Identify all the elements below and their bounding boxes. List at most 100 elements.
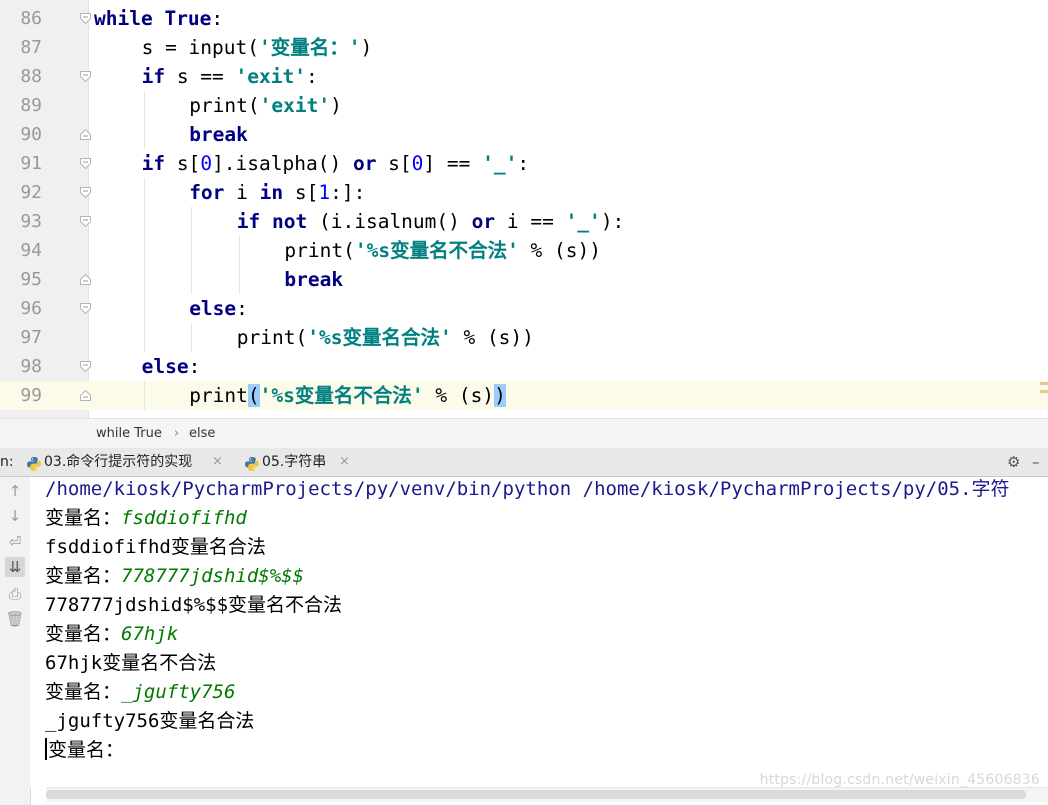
code-line[interactable]: 86 while True: [0,4,1048,33]
keyword-token: break [284,268,344,291]
code-text: if s[0].isalpha() or s[0] == '_': [142,149,530,178]
code-text: print('%s变量名不合法' % (s)) [284,236,601,265]
console-line: 变量名：778777jdshid$%$$ [45,562,304,591]
indent-guide [143,91,145,120]
keyword-token: if [141,65,166,88]
code-token: : [211,7,224,30]
code-token: : [305,65,318,88]
code-token: print( [189,94,260,117]
fold-marker-icon[interactable] [80,158,91,169]
line-number: 93 [20,211,42,232]
code-area[interactable]: 86 while True: 87 s = input('变量名：') 88 if s =… [0,4,1048,410]
code-line[interactable]: 90 break [0,120,1048,149]
code-line[interactable]: 96 else: [0,294,1048,323]
string-token: '%s变量名不合法' [259,384,424,407]
keyword-token: in [259,181,284,204]
fold-marker-icon[interactable] [80,361,91,372]
soft-wrap-icon[interactable]: ⏎ [5,532,25,552]
indent-guide [143,178,145,207]
string-token: '_' [482,152,518,175]
keyword-token: or [352,152,377,175]
fold-marker-icon[interactable] [80,187,91,198]
program-output: 67hjk变量名不合法 [45,652,217,674]
scroll-to-end-icon[interactable]: ⇊ [5,557,25,577]
code-token: : [517,152,530,175]
code-token: ): [600,210,625,233]
line-number: 92 [20,182,42,203]
code-line[interactable]: 94 print('%s变量名不合法' % (s)) [0,236,1048,265]
fold-marker-icon[interactable] [80,129,91,140]
code-line[interactable]: 91 if s[0].isalpha() or s[0] == '_': [0,149,1048,178]
input-prompt: 变量名： [45,623,122,645]
scrollbar-thumb[interactable] [46,790,1026,799]
minimize-icon[interactable]: – [1032,448,1040,476]
fold-marker-icon[interactable] [80,216,91,227]
code-token: ] == [423,152,483,175]
user-input-echo: fsddiofifhd [121,507,247,529]
trash-icon[interactable]: 🗑 [5,609,25,629]
console-line: 67hjk变量名不合法 [45,649,216,678]
keyword-token: if [236,210,261,233]
line-number: 89 [20,95,42,116]
down-arrow-icon[interactable]: ↓ [5,506,25,526]
indent-guide [191,236,193,265]
code-token: i [224,181,260,204]
code-line[interactable]: 93 if not (i.isalnum() or i == '_'): [0,207,1048,236]
fold-marker-icon[interactable] [80,303,91,314]
code-token: s[ [165,152,201,175]
code-token: ) [360,36,373,59]
code-editor[interactable]: 86 while True: 87 s = input('变量名：') 88 if s =… [0,0,1048,418]
code-line[interactable]: 95 break [0,265,1048,294]
code-line[interactable]: 98 else: [0,352,1048,381]
watermark: https://blog.csdn.net/weixin_45606836 [759,772,1040,788]
code-token: s[ [283,181,319,204]
code-token: print( [284,239,355,262]
line-number: 94 [20,240,42,261]
code-text: print('%s变量名合法' % (s)) [237,323,534,352]
number-token: 1 [318,181,331,204]
breadcrumb-separator: › [174,426,180,441]
breadcrumb-item-while[interactable]: while True [96,419,162,448]
fold-marker-icon[interactable] [80,71,91,82]
run-tab-bar: n: 03.命令行提示符的实现 × 05.字符串 × ⚙ – [0,448,1048,477]
fold-marker-icon[interactable] [80,274,91,285]
text-caret [45,738,47,760]
run-command: /home/kiosk/PycharmProjects/py/venv/bin/… [45,478,1010,500]
keyword-token: while [94,7,153,30]
fold-marker-icon[interactable] [80,390,91,401]
code-line[interactable]: 87 s = input('变量名：') [0,33,1048,62]
program-output: 778777jdshid$%$$变量名不合法 [45,594,343,616]
keyword-token: else [141,355,189,378]
code-line[interactable]: 99 print('%s变量名不合法' % (s)) [0,381,1048,410]
run-panel-label: n: [0,454,14,470]
indent-guide [191,323,193,352]
up-arrow-icon[interactable]: ↑ [5,481,25,501]
code-line[interactable]: 89 print('exit') [0,91,1048,120]
horizontal-scrollbar[interactable] [46,787,1048,802]
keyword-token: break [189,123,248,146]
fold-marker-icon[interactable] [80,13,91,24]
code-line[interactable]: 88 if s == 'exit': [0,62,1048,91]
scrollbar-marker [1040,382,1048,385]
indent-guide [143,323,145,352]
close-icon[interactable]: × [339,448,350,476]
close-icon[interactable]: × [212,448,223,476]
code-token: % (s) [423,384,495,407]
tab-05-strings[interactable]: 05.字符串 × [244,448,354,476]
print-icon[interactable]: ⎙ [5,584,25,604]
user-input-echo: 67hjk [121,623,179,645]
tab-03-command-prompt[interactable]: 03.命令行提示符的实现 × [26,448,226,476]
line-number: 95 [20,269,42,290]
breadcrumb-item-else[interactable]: else [189,419,215,448]
code-token: print [189,384,248,407]
code-token: ) [330,94,342,117]
gear-icon[interactable]: ⚙ [1007,448,1020,476]
code-line[interactable]: 92 for i in s[1:]: [0,178,1048,207]
console-line: 778777jdshid$%$$变量名不合法 [45,591,342,620]
code-text: s = input('变量名：') [142,33,373,62]
code-line[interactable]: 97 print('%s变量名合法' % (s)) [0,323,1048,352]
input-prompt: 变量名： [48,739,125,761]
python-icon [26,454,42,471]
code-token: print( [236,326,308,349]
run-console[interactable]: /home/kiosk/PycharmProjects/py/venv/bin/… [30,477,1048,787]
